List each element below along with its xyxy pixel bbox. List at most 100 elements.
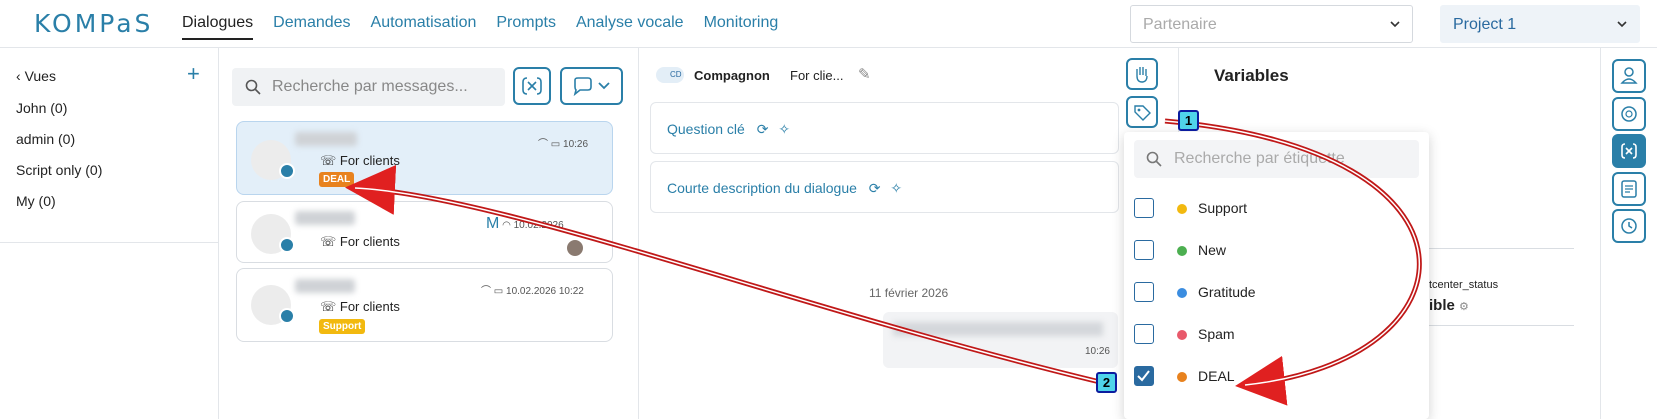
checkbox-checked[interactable] — [1134, 366, 1154, 386]
tag-label: Support — [1198, 200, 1248, 216]
openai-icon — [1621, 106, 1637, 122]
conversation-time: ⌒ ▭ 10.02.2026 10:22 — [481, 286, 584, 297]
tag-option-new[interactable]: New — [1134, 232, 1414, 272]
nav-prompts[interactable]: Prompts — [496, 14, 556, 40]
nav-demandes[interactable]: Demandes — [273, 14, 350, 40]
search-placeholder: Recherche par messages... — [272, 78, 468, 95]
search-icon — [245, 79, 261, 95]
conversation-time: M ◠ 10.02.2026 — [486, 215, 564, 232]
conversation-list-panel: Recherche par messages... ☏ For clients … — [219, 48, 639, 419]
message-filter-button[interactable] — [560, 67, 623, 105]
partner-select[interactable]: Partenaire — [1130, 5, 1413, 43]
step-marker-2: 2 — [1096, 372, 1117, 393]
color-dot — [1177, 330, 1187, 340]
top-bar: KOMPaS Dialogues Demandes Automatisation… — [0, 0, 1657, 48]
key-question-card[interactable]: Question clé ⟳ ✧ — [650, 102, 1119, 154]
tag-option-support[interactable]: Support — [1134, 190, 1414, 230]
nav-automatisation[interactable]: Automatisation — [371, 14, 477, 40]
edit-icon[interactable]: ✎ — [858, 65, 871, 83]
checkbox[interactable] — [1134, 240, 1154, 260]
conversation-item[interactable]: ☏ For clients ⌒ ▭ 10:26 DEAL — [236, 121, 613, 195]
tag-search-input[interactable]: Recherche par étiquette — [1134, 140, 1419, 178]
contact-name-blurred — [295, 211, 355, 225]
message-search-input[interactable]: Recherche par messages... — [232, 68, 505, 106]
view-item[interactable]: Script only (0) — [16, 162, 102, 178]
views-panel: ‹ Vues + John (0) admin (0) Script only … — [0, 48, 219, 419]
chat-bubble-icon — [573, 77, 610, 97]
conversation-time: ⌒ ▭ 10:26 — [538, 139, 589, 150]
check-icon — [1137, 370, 1150, 382]
conversation-item[interactable]: ☏ For clients M ◠ 10.02.2026 — [236, 201, 613, 263]
tag-option-spam[interactable]: Spam — [1134, 316, 1414, 356]
refresh-icon[interactable]: ⟳ — [757, 121, 769, 137]
history-button[interactable] — [1612, 209, 1646, 243]
variables-filter-button[interactable] — [513, 67, 551, 105]
view-item[interactable]: admin (0) — [16, 131, 75, 147]
checkbox[interactable] — [1134, 198, 1154, 218]
color-dot — [1177, 246, 1187, 256]
nav-dialogues[interactable]: Dialogues — [182, 14, 254, 40]
step-marker-1: 1 — [1178, 110, 1199, 131]
profile-button[interactable] — [1612, 59, 1646, 93]
color-dot — [1177, 204, 1187, 214]
notes-button[interactable] — [1612, 172, 1646, 206]
hand-icon — [1136, 67, 1148, 83]
tag-button[interactable] — [1126, 96, 1158, 128]
short-description-card[interactable]: Courte description du dialogue ⟳ ✧ — [650, 161, 1119, 213]
settings-icon[interactable]: ⚙ — [1459, 301, 1469, 313]
view-item[interactable]: My (0) — [16, 193, 56, 209]
tag-label: Spam — [1198, 326, 1235, 342]
tag-option-gratitude[interactable]: Gratitude — [1134, 274, 1414, 314]
conversation-item[interactable]: ☏ For clients ⌒ ▭ 10.02.2026 10:22 Suppo… — [236, 268, 613, 342]
tag-icon — [1134, 105, 1151, 121]
tag-label: New — [1198, 242, 1227, 258]
chat-panel: CD Compagnon For clie... ✎ Question clé … — [639, 48, 1179, 419]
chevron-left-icon: ‹ — [16, 68, 21, 84]
color-dot — [1177, 288, 1187, 298]
tag-dropdown: Recherche par étiquette Support New Grat… — [1124, 132, 1429, 419]
divider — [1429, 325, 1574, 326]
tag-option-deal[interactable]: DEAL — [1134, 358, 1414, 398]
variable-icon — [1621, 143, 1637, 159]
mail-badge-icon — [279, 163, 295, 179]
nav-analyse-vocale[interactable]: Analyse vocale — [576, 14, 684, 40]
chevron-down-icon — [1617, 21, 1627, 28]
contact-name-blurred — [295, 132, 357, 146]
mail-badge-icon — [279, 308, 295, 324]
short-description-label: Courte description du dialogue — [667, 180, 857, 196]
key-question-label: Question clé — [667, 121, 745, 137]
user-icon — [1620, 67, 1638, 84]
app-logo[interactable]: KOMPaS — [34, 9, 153, 38]
mail-badge-icon — [279, 237, 295, 253]
conversation-channel: ☏ For clients — [320, 299, 400, 314]
conversation-channel: ☏ For clients — [320, 234, 400, 249]
views-title: Vues — [24, 68, 56, 84]
channel-label: For clie... — [790, 68, 844, 83]
variables-button[interactable] — [1612, 134, 1646, 168]
search-icon — [1146, 151, 1162, 167]
chevron-down-icon — [1390, 21, 1400, 28]
checkbox[interactable] — [1134, 324, 1154, 344]
ai-button[interactable] — [1612, 97, 1646, 131]
support-tag: Support — [319, 319, 366, 334]
sparkle-icon[interactable]: ✧ — [890, 180, 902, 196]
variable-name: tcenter_status — [1429, 279, 1499, 291]
sparkle-icon[interactable]: ✧ — [778, 121, 790, 137]
divider — [1429, 248, 1574, 249]
nav-monitoring[interactable]: Monitoring — [704, 14, 779, 40]
checkbox[interactable] — [1134, 282, 1154, 302]
companion-label: Compagnon — [694, 68, 770, 83]
add-view-icon[interactable]: + — [187, 61, 200, 87]
deal-tag: DEAL — [319, 172, 355, 187]
views-back[interactable]: ‹ Vues — [16, 68, 56, 84]
variable-value: ible ⚙ — [1429, 297, 1469, 314]
tag-search-placeholder: Recherche par étiquette — [1174, 150, 1345, 167]
variable-icon — [522, 77, 542, 95]
refresh-icon[interactable]: ⟳ — [869, 180, 881, 196]
message-time: 10:26 — [1084, 346, 1110, 357]
project-select[interactable]: Project 1 — [1440, 5, 1640, 43]
takeover-button[interactable] — [1126, 58, 1158, 90]
view-item[interactable]: John (0) — [16, 100, 67, 116]
message-bubble: 10:26 — [883, 312, 1118, 368]
variables-title: Variables — [1214, 66, 1289, 85]
